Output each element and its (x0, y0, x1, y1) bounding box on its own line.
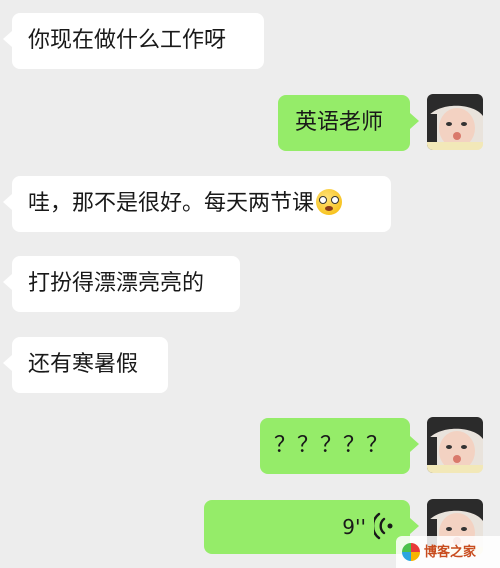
avatar-image (427, 94, 483, 150)
message-bubble-outgoing[interactable]: ？？？？？ (260, 418, 419, 474)
watermark-text: 博客之家 (424, 545, 477, 560)
site-watermark: 博客之家 (396, 536, 500, 568)
message-text: 哇，那不是很好。每天两节课 (28, 191, 315, 216)
message-bubble-outgoing[interactable]: 英语老师 (278, 95, 419, 151)
message-text: 你现在做什么工作呀 (28, 28, 227, 53)
message-text: ？？？？？ (274, 433, 390, 458)
user-avatar[interactable] (427, 417, 483, 473)
avatar-image (427, 417, 483, 473)
message-text: 英语老师 (295, 110, 384, 135)
voice-message-bubble[interactable]: 9'' (204, 500, 419, 554)
message-bubble-incoming[interactable]: 哇，那不是很好。每天两节课 (3, 176, 391, 232)
message-text: 还有寒暑假 (28, 352, 139, 377)
message-text: 打扮得漂漂亮亮的 (28, 271, 205, 296)
smiling-face-with-glasses-emoji (316, 189, 343, 215)
message-bubble-incoming[interactable]: 打扮得漂漂亮亮的 (3, 256, 240, 312)
message-bubble-incoming[interactable]: 还有寒暑假 (3, 337, 168, 393)
watermark-logo-icon (402, 543, 420, 561)
voice-wave-icon (374, 512, 393, 540)
user-avatar[interactable] (427, 94, 483, 150)
message-bubble-incoming[interactable]: 你现在做什么工作呀 (3, 13, 264, 69)
voice-duration: 9'' (342, 515, 366, 539)
